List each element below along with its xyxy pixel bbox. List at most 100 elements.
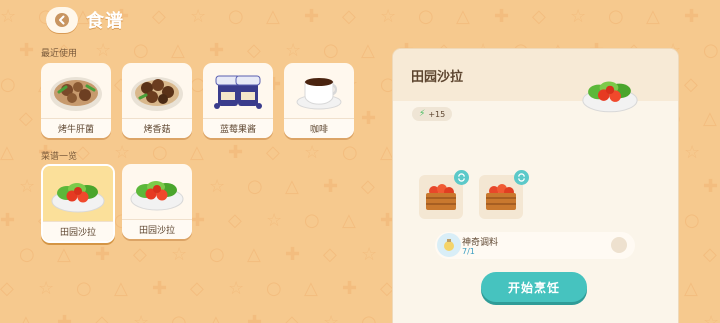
tomato-crate-icon [486, 184, 516, 210]
grilled-shiitake-icon [122, 63, 192, 119]
recipe-detail-panel: 田园沙拉 ⚡ +15 神奇调料 7/1 开始烹饪 [393, 49, 678, 323]
pattern-shape: ○ [684, 210, 700, 231]
pattern-shape: ✚ [285, 244, 301, 265]
pattern-shape: ○ [418, 6, 434, 27]
pattern-shape: ☆ [323, 312, 340, 323]
pattern-shape: ◇ [532, 6, 546, 27]
recent-item-grilled-porcini[interactable]: 烤牛肝菌 [41, 63, 111, 138]
seasoning-slot[interactable] [611, 237, 627, 253]
pattern-shape: ○ [703, 40, 719, 61]
pattern-shape: △ [190, 142, 204, 163]
pattern-shape: ☆ [114, 142, 131, 163]
pattern-shape: ◇ [266, 142, 280, 163]
pattern-shape: △ [342, 210, 356, 231]
garden-salad-icon [573, 69, 647, 121]
pattern-shape: ◇ [342, 6, 356, 27]
pattern-shape: ✚ [703, 176, 719, 197]
pattern-shape: ☆ [570, 6, 587, 27]
lightning-icon: ⚡ [419, 109, 426, 119]
pattern-shape: △ [57, 244, 71, 265]
pattern-shape: △ [684, 278, 698, 299]
start-cooking-button[interactable]: 开始烹饪 [481, 272, 587, 302]
pattern-shape: ☆ [133, 312, 150, 323]
garden-salad-icon [122, 164, 192, 220]
pattern-shape: ○ [247, 176, 263, 197]
pattern-shape: ✚ [19, 40, 35, 61]
energy-value: +15 [428, 109, 446, 119]
pattern-shape: △ [285, 176, 299, 197]
pattern-shape: ☆ [361, 244, 378, 265]
pattern-shape: ○ [608, 6, 624, 27]
pattern-shape: ◇ [285, 312, 299, 323]
pattern-shape: △ [247, 244, 261, 265]
pattern-shape: ◇ [95, 312, 109, 323]
pattern-shape: ✚ [494, 6, 510, 27]
pattern-shape: ◇ [0, 278, 14, 299]
page-title: 食谱 [86, 11, 124, 32]
pattern-shape: ○ [76, 278, 92, 299]
recipes-section-label: 菜谱一览 [41, 152, 78, 162]
pattern-shape: ◇ [76, 142, 90, 163]
recipe-detail-title: 田园沙拉 [411, 70, 464, 85]
swap-icon[interactable] [514, 170, 529, 185]
pattern-shape: △ [114, 278, 128, 299]
special-seasoning-row[interactable]: 神奇调料 7/1 [435, 232, 635, 259]
pattern-shape: △ [646, 6, 660, 27]
pattern-shape: ○ [19, 244, 35, 265]
back-button[interactable] [46, 7, 78, 33]
recent-item-label: 蓝莓果酱 [203, 118, 273, 138]
pattern-shape: ○ [342, 142, 358, 163]
blueberry-jam-icon [203, 63, 273, 119]
pattern-shape: ☆ [684, 142, 701, 163]
pattern-shape: ✚ [304, 6, 320, 27]
pattern-shape: △ [703, 108, 717, 129]
recent-item-grilled-shiitake[interactable]: 烤香菇 [122, 63, 192, 138]
recent-item-label: 烤香菇 [122, 118, 192, 138]
recipe-item-garden-salad-selected[interactable]: 田园沙拉 [41, 164, 115, 243]
recipe-item-label: 田园沙拉 [43, 221, 113, 241]
pattern-shape: ◇ [684, 74, 698, 95]
pattern-shape: ☆ [19, 176, 36, 197]
coffee-icon [284, 63, 354, 119]
recent-item-label: 咖啡 [284, 118, 354, 138]
magic-seasoning-icon [437, 233, 461, 257]
pattern-shape: ◇ [133, 244, 147, 265]
pattern-shape: ✚ [323, 176, 339, 197]
pattern-shape: △ [380, 142, 394, 163]
pattern-shape: △ [171, 40, 185, 61]
pattern-shape: ✚ [152, 278, 168, 299]
garden-salad-icon [43, 166, 113, 222]
pattern-shape: ◇ [380, 278, 394, 299]
recipe-item-garden-salad[interactable]: 田园沙拉 [122, 164, 192, 239]
pattern-shape: △ [361, 40, 375, 61]
pattern-shape: ○ [361, 312, 377, 323]
pattern-shape: ○ [171, 312, 187, 323]
pattern-shape: ○ [228, 6, 244, 27]
pattern-shape: ◇ [703, 244, 717, 265]
back-arrow-icon [55, 13, 69, 27]
special-seasoning-count: 7/1 [462, 247, 475, 256]
pattern-shape: ◇ [323, 244, 337, 265]
pattern-shape: ☆ [266, 210, 283, 231]
pattern-shape: ☆ [228, 278, 245, 299]
pattern-shape: ○ [133, 40, 149, 61]
pattern-shape: △ [456, 6, 470, 27]
recent-item-coffee[interactable]: 咖啡 [284, 63, 354, 138]
recent-item-blueberry-jam[interactable]: 蓝莓果酱 [203, 63, 273, 138]
pattern-shape: ☆ [38, 278, 55, 299]
pattern-shape: ✚ [228, 142, 244, 163]
pattern-shape: ✚ [342, 278, 358, 299]
swap-icon[interactable] [454, 170, 469, 185]
pattern-shape: ☆ [190, 6, 207, 27]
pattern-shape: △ [0, 142, 14, 163]
pattern-shape: ◇ [247, 40, 261, 61]
pattern-shape: △ [19, 312, 33, 323]
pattern-shape: ☆ [209, 176, 226, 197]
pattern-shape: ☆ [171, 244, 188, 265]
pattern-shape: ○ [266, 278, 282, 299]
pattern-shape: ✚ [684, 6, 700, 27]
pattern-shape: ✚ [0, 210, 16, 231]
pattern-shape: ✚ [190, 210, 206, 231]
pattern-shape: ○ [152, 142, 168, 163]
pattern-shape: △ [304, 278, 318, 299]
